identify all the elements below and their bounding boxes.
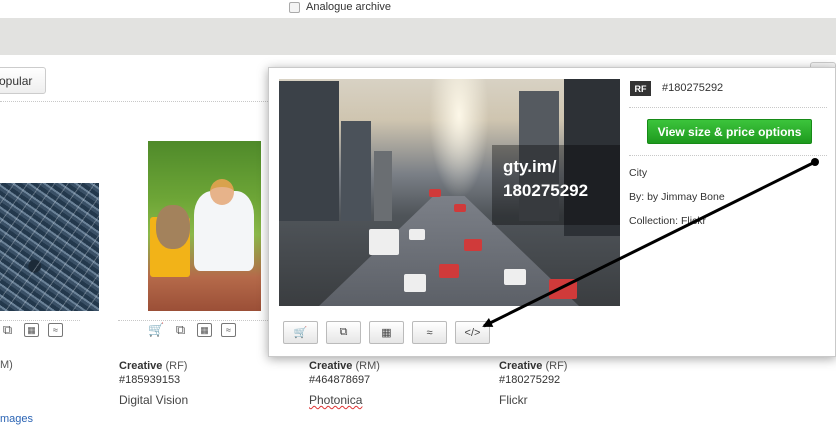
popup-collection-line[interactable]: Collection: Flickr (629, 215, 706, 227)
watermark-text: gty.im/ 180275292 (503, 155, 588, 203)
item-collection: Creative (499, 360, 543, 372)
car-shape (429, 189, 441, 197)
popup-divider (629, 155, 827, 156)
head-shape (210, 179, 234, 205)
popup-title: City (629, 167, 648, 179)
image-preview-popup: gty.im/ 180275292 🛒 ⧉ ▦ ≈ </> RF #180275… (268, 67, 836, 357)
calculator-button[interactable]: ▦ (369, 321, 404, 344)
compare-icon: ⧉ (339, 326, 348, 338)
compare-icon[interactable]: ⧉ (173, 322, 188, 337)
popup-by-line[interactable]: By: by Jimmay Bone (629, 191, 725, 203)
row-divider (118, 320, 278, 321)
similar-icon[interactable]: ≈ (48, 323, 63, 337)
embed-button[interactable]: </> (455, 321, 490, 344)
item-id: #180275292 (499, 374, 561, 386)
analogue-archive-filter[interactable]: Analogue archive (289, 0, 391, 14)
item-collection: Creative (309, 360, 353, 372)
similar-icon[interactable]: ≈ (221, 323, 236, 337)
stage: Analogue archive opular ⧉ ▦ ≈ 🛒 ⧉ ▦ ≈ M)… (0, 0, 836, 447)
calculator-icon: ▦ (381, 327, 392, 339)
sky-glow (429, 79, 489, 199)
bus-shape (369, 229, 399, 255)
item-meta-1: Creative (RF) #185939153 Digital Vision (119, 359, 188, 407)
item-license: (RF) (165, 360, 188, 372)
similar-icon: ≈ (426, 326, 433, 339)
popup-image-id: #180275292 (662, 82, 724, 94)
compare-button[interactable]: ⧉ (326, 321, 361, 344)
building-shape (279, 81, 339, 221)
analogue-archive-checkbox[interactable] (289, 1, 300, 13)
car-shape (549, 279, 577, 299)
car-shape (439, 264, 459, 278)
calculator-icon[interactable]: ▦ (197, 323, 212, 337)
item-id: #185939153 (119, 374, 181, 386)
watermark-line2: 180275292 (503, 181, 589, 200)
item-collection: Creative (119, 360, 163, 372)
teddy-bear-shape (156, 205, 190, 249)
item-meta-3: Creative (RF) #180275292 Flickr (499, 359, 567, 407)
left-item-license: M) (0, 359, 13, 371)
building-shape (374, 151, 392, 221)
add-to-cart-icon[interactable]: 🛒 (148, 322, 164, 337)
sort-popular-button[interactable]: opular (0, 67, 46, 94)
item-meta-2: Creative (RM) #464878697 Photonica (309, 359, 380, 407)
item-source[interactable]: Digital Vision (119, 393, 188, 407)
item-id: #464878697 (309, 374, 371, 386)
car-shape (464, 239, 482, 251)
car-shape (404, 274, 426, 292)
more-images-link[interactable]: mages (0, 413, 33, 425)
embed-icon: </> (464, 326, 481, 339)
analogue-archive-label: Analogue archive (306, 1, 392, 13)
item-license: (RM) (355, 360, 380, 372)
car-shape (409, 229, 425, 240)
preview-image-city[interactable]: gty.im/ 180275292 (279, 79, 620, 306)
watermark-line1: gty.im/ (503, 157, 557, 176)
thumbnail-actions-left: ⧉ ▦ ≈ (0, 322, 63, 337)
similar-button[interactable]: ≈ (412, 321, 447, 344)
calculator-icon[interactable]: ▦ (24, 323, 39, 337)
toolbar-divider (0, 101, 270, 102)
license-badge: RF (630, 81, 651, 96)
thumbnail-child-doctor[interactable] (148, 141, 261, 311)
building-shape (341, 121, 371, 221)
add-to-cart-button[interactable]: 🛒 (283, 321, 318, 344)
row-divider (0, 320, 80, 321)
item-license: (RF) (545, 360, 568, 372)
car-shape (454, 204, 466, 212)
popup-toolbar: 🛒 ⧉ ▦ ≈ </> (283, 321, 490, 344)
item-source[interactable]: Flickr (499, 393, 567, 407)
item-source[interactable]: Photonica (309, 393, 380, 407)
thumbnail-aerial[interactable] (0, 183, 99, 311)
popup-divider (629, 107, 827, 108)
compare-icon[interactable]: ⧉ (0, 322, 15, 337)
car-shape (504, 269, 526, 285)
filter-band (0, 18, 836, 55)
view-size-price-button[interactable]: View size & price options (647, 119, 812, 144)
thumbnail-actions-middle: 🛒 ⧉ ▦ ≈ (148, 322, 236, 337)
add-to-cart-icon: 🛒 (293, 327, 308, 339)
